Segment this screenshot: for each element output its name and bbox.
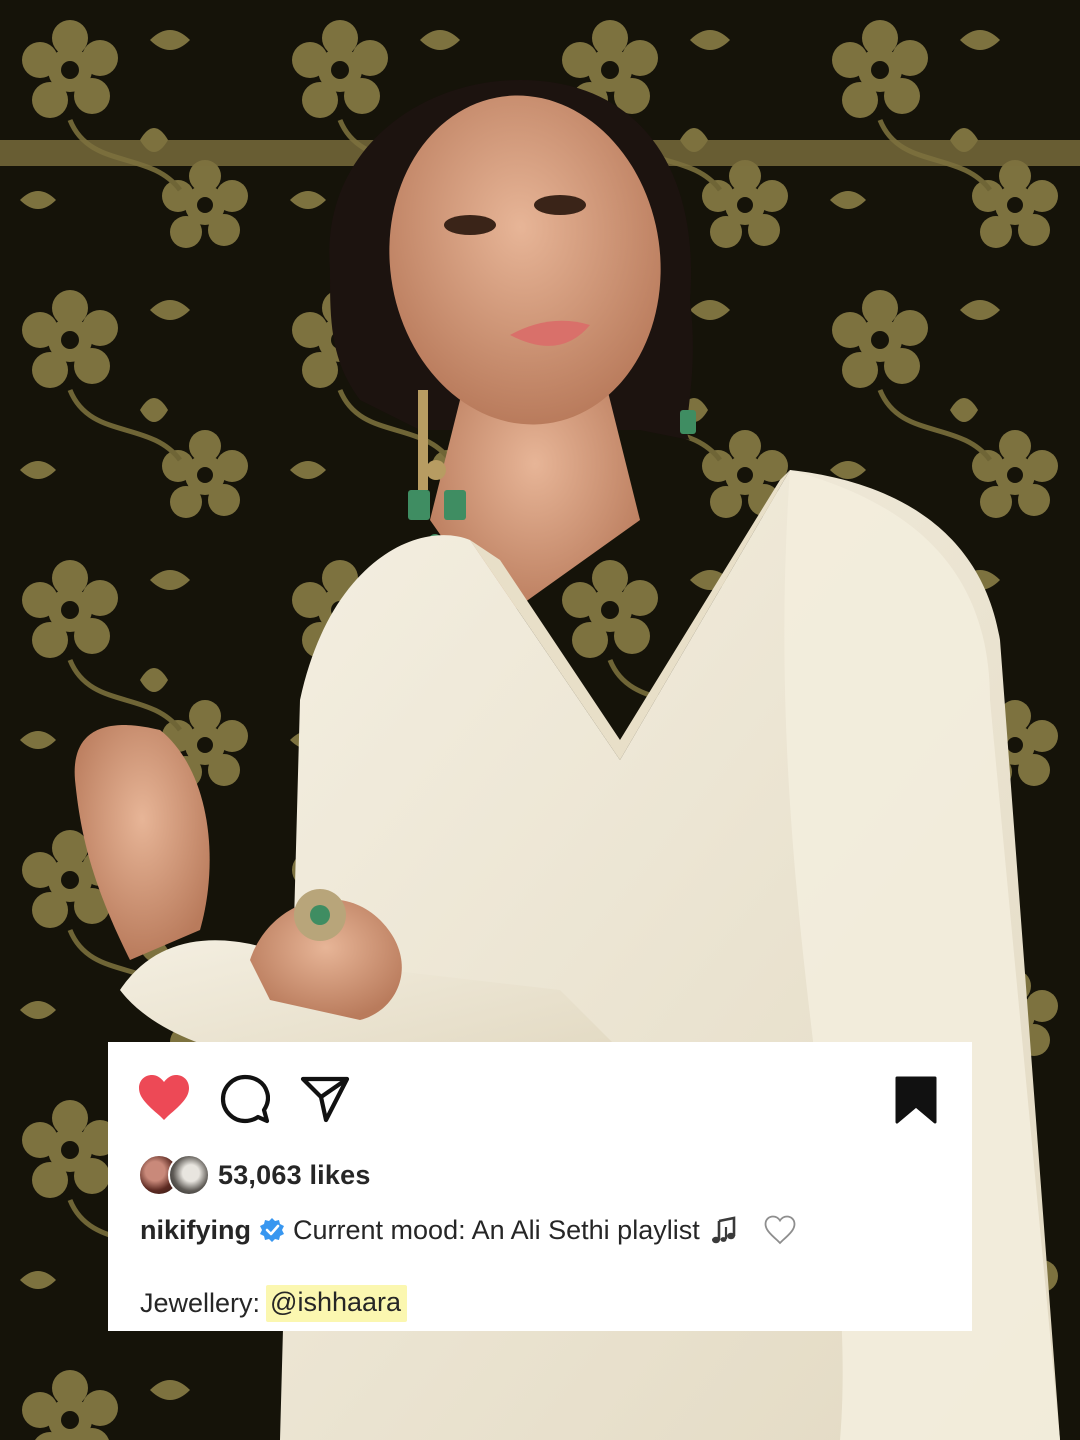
heart-filled-icon[interactable] bbox=[138, 1074, 190, 1122]
likes-count[interactable]: 53,063 likes bbox=[218, 1160, 371, 1191]
heart-outline-icon[interactable] bbox=[764, 1215, 796, 1245]
mention-link[interactable]: @ishhaara bbox=[266, 1284, 408, 1322]
comment-bubble-icon[interactable] bbox=[220, 1074, 270, 1124]
caption-text: Current mood: An Ali Sethi playlist bbox=[293, 1214, 700, 1245]
music-notes-icon bbox=[711, 1216, 736, 1244]
post-caption-card: 53,063 likes nikifying Current mood: An … bbox=[108, 1042, 972, 1331]
verified-badge-icon bbox=[260, 1218, 285, 1242]
likes-row[interactable]: 53,063 likes bbox=[138, 1154, 371, 1196]
username-link[interactable]: nikifying bbox=[140, 1215, 251, 1246]
caption-row: nikifying Current mood: An Ali Sethi pla… bbox=[140, 1210, 796, 1250]
jewellery-credit-row: Jewellery: @ishhaara bbox=[140, 1282, 408, 1324]
paper-plane-icon[interactable] bbox=[300, 1075, 350, 1123]
credit-label: Jewellery: bbox=[140, 1287, 261, 1318]
avatar bbox=[168, 1154, 210, 1196]
bookmark-filled-icon[interactable] bbox=[894, 1076, 938, 1124]
liker-avatars bbox=[138, 1154, 212, 1196]
